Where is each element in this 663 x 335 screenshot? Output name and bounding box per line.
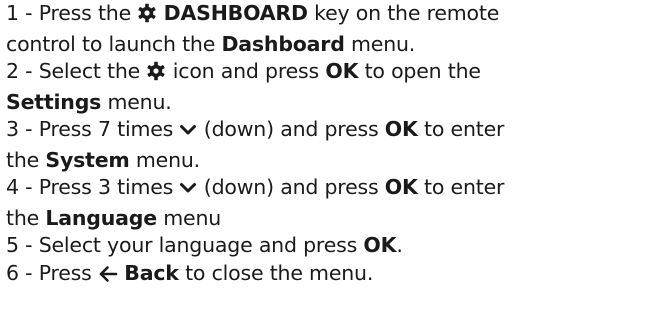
ok-key-label: OK [384, 175, 418, 199]
step-text: menu [163, 205, 222, 230]
step-text: Select the [38, 59, 141, 83]
step-2-line-1: 2 - Select the icon and press OK to open… [6, 58, 661, 89]
step-text: to close the menu. [185, 260, 374, 285]
step-number: 6 - [6, 260, 33, 285]
step-text: menu. [351, 31, 416, 56]
step-text: icon and press [172, 59, 320, 83]
step-text: Press [38, 260, 92, 285]
step-3-line-1: 3 - Press 7 times (down) and press OK to… [6, 116, 661, 147]
step-text: key on the remote [314, 1, 500, 25]
step-text: the [6, 205, 40, 230]
step-4-line-2: the Language menu [6, 205, 661, 233]
step-text: menu. [135, 147, 200, 172]
step-5-line-1: 5 - Select your language and press OK. [6, 232, 661, 260]
step-text: to open the [364, 59, 481, 83]
gear-icon [146, 61, 166, 89]
dashboard-key-label: DASHBOARD [163, 1, 308, 25]
step-1-line-2: control to launch the Dashboard menu. [6, 31, 661, 59]
chevron-down-icon [179, 119, 197, 147]
step-6-line-1: 6 - Press Back to close the menu. [6, 260, 661, 291]
step-4-line-1: 4 - Press 3 times (down) and press OK to… [6, 174, 661, 205]
step-text: the [6, 147, 40, 172]
step-text: to enter [424, 117, 505, 141]
step-number: 5 - [6, 233, 33, 257]
step-text: (down) and press [203, 175, 379, 199]
step-text: Press the [38, 1, 132, 25]
gear-icon [137, 3, 157, 31]
menu-name: System [45, 147, 130, 172]
step-text: to enter [424, 175, 505, 199]
step-text: menu. [107, 89, 172, 114]
ok-key-label: OK [384, 117, 418, 141]
step-text: Press 7 times [38, 117, 174, 141]
step-text: control to launch the [6, 31, 216, 56]
chevron-down-icon [179, 177, 197, 205]
step-3-line-2: the System menu. [6, 147, 661, 175]
step-text: . [396, 233, 403, 257]
menu-name: Language [45, 205, 157, 230]
back-key-label: Back [124, 260, 179, 285]
step-text: (down) and press [203, 117, 379, 141]
step-text: Press 3 times [38, 175, 174, 199]
instruction-list: 1 - Press the DASHBOARD key on the remot… [6, 0, 661, 290]
step-number: 1 - [6, 1, 33, 25]
step-1-line-1: 1 - Press the DASHBOARD key on the remot… [6, 0, 661, 31]
step-number: 3 - [6, 117, 33, 141]
menu-name: Settings [6, 89, 102, 114]
step-2-line-2: Settings menu. [6, 89, 661, 117]
ok-key-label: OK [325, 59, 359, 83]
step-number: 4 - [6, 175, 33, 199]
arrow-left-icon [98, 263, 118, 291]
step-text: Select your language and press [38, 233, 358, 257]
step-number: 2 - [6, 59, 33, 83]
ok-key-label: OK [363, 233, 397, 257]
menu-name: Dashboard [221, 31, 345, 56]
